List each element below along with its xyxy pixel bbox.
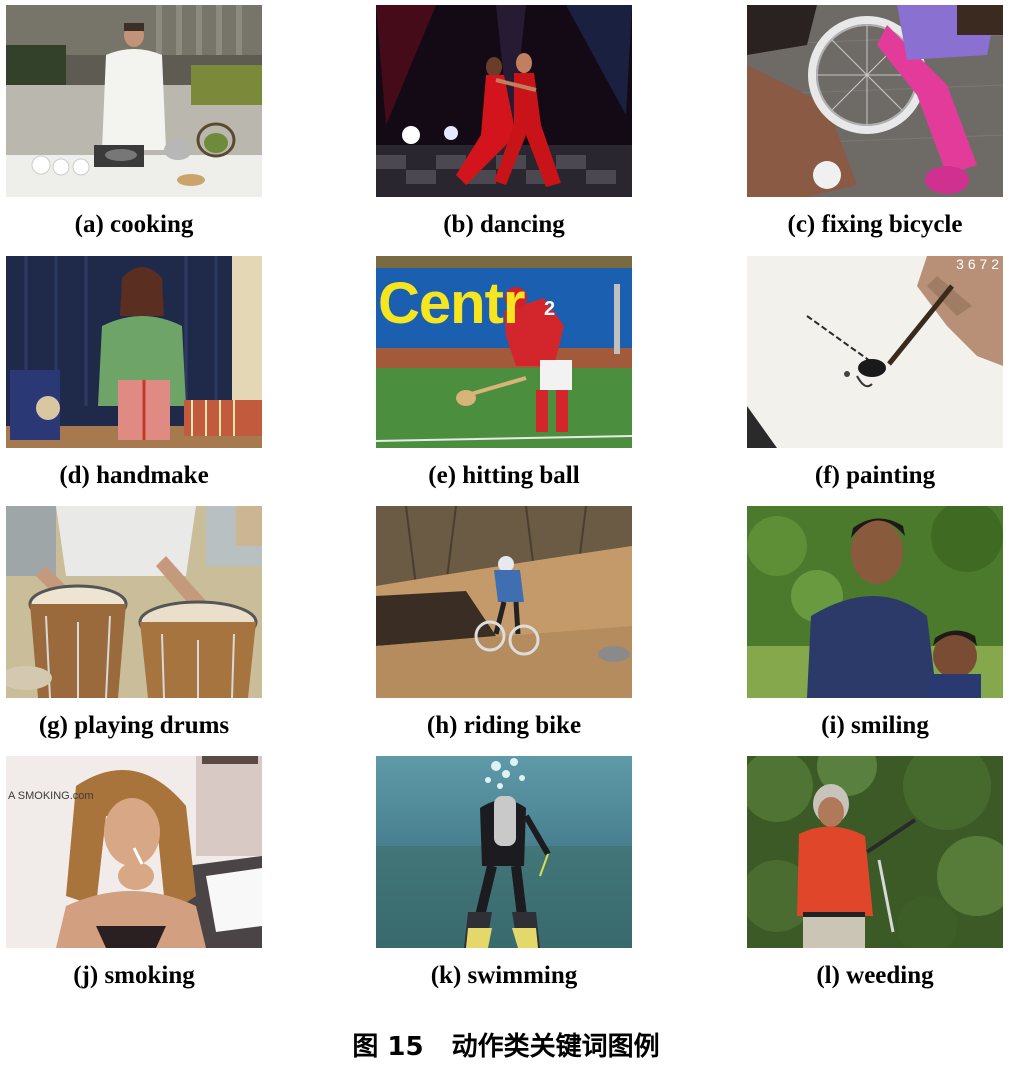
panel-caption: (h) riding bike [426,712,582,739]
smiling-photo [747,506,1003,698]
weeding-photo [747,756,1003,948]
panel-handmake: (d) handmake [6,256,262,490]
fixing-bicycle-photo [747,5,1003,197]
panel-cooking: (a) cooking [6,5,262,239]
panel-caption: (g) playing drums [38,712,230,739]
panel-caption: (l) weeding [816,962,934,989]
figure-number: 图 15 [352,1032,424,1062]
panel-playing-drums: (g) playing drums [6,506,262,740]
dancing-image [376,5,632,197]
fixing-bicycle-image [747,5,1003,197]
panel-hitting-ball: Centr 2 (e) hitting ball [376,256,632,490]
panel-caption: (a) cooking [74,211,194,238]
panel-fixing-bicycle: (c) fixing bicycle [747,5,1003,239]
panel-caption: (k) swimming [430,962,578,989]
panel-caption: (f) painting [814,462,936,489]
figure-grid: (a) cooking (b) dancing (c) fixing bicyc… [0,0,1012,1000]
smoking-image: A SMOKING.com [6,756,262,948]
panel-caption: (d) handmake [59,462,209,489]
advertising-board-text: Centr [378,271,525,336]
cooking-image [6,5,262,197]
panel-smoking: A SMOKING.com (j) smoking [6,756,262,990]
hitting-ball-image: Centr 2 [376,256,632,448]
smoking-photo [6,756,262,948]
painting-image: 3 6 7 2 [747,256,1003,448]
panel-caption: (c) fixing bicycle [787,211,963,238]
panel-caption: (b) dancing [443,211,565,238]
panel-swimming: (k) swimming [376,756,632,990]
panel-caption: (e) hitting ball [428,462,580,489]
panel-dancing: (b) dancing [376,5,632,239]
smiling-image [747,506,1003,698]
riding-bike-image [376,506,632,698]
cooking-photo [6,5,262,197]
watermark-text: A SMOKING.com [8,790,94,802]
playing-drums-image [6,506,262,698]
jersey-number: 2 [544,298,556,320]
handmake-photo [6,256,262,448]
corner-number-text: 3 6 7 2 [956,256,999,272]
dancing-photo [376,5,632,197]
panel-painting: 3 6 7 2 (f) painting [747,256,1003,490]
weeding-image [747,756,1003,948]
figure-caption: 图 15 动作类关键词图例 [0,1026,1012,1063]
handmake-image [6,256,262,448]
playing-drums-photo [6,506,262,698]
panel-caption: (i) smiling [821,712,929,739]
swimming-photo [376,756,632,948]
swimming-image [376,756,632,948]
panel-weeding: (l) weeding [747,756,1003,990]
riding-bike-photo [376,506,632,698]
panel-caption: (j) smoking [73,962,195,989]
panel-riding-bike: (h) riding bike [376,506,632,740]
panel-smiling: (i) smiling [747,506,1003,740]
figure-title: 动作类关键词图例 [451,1032,660,1062]
painting-photo [747,256,1003,448]
